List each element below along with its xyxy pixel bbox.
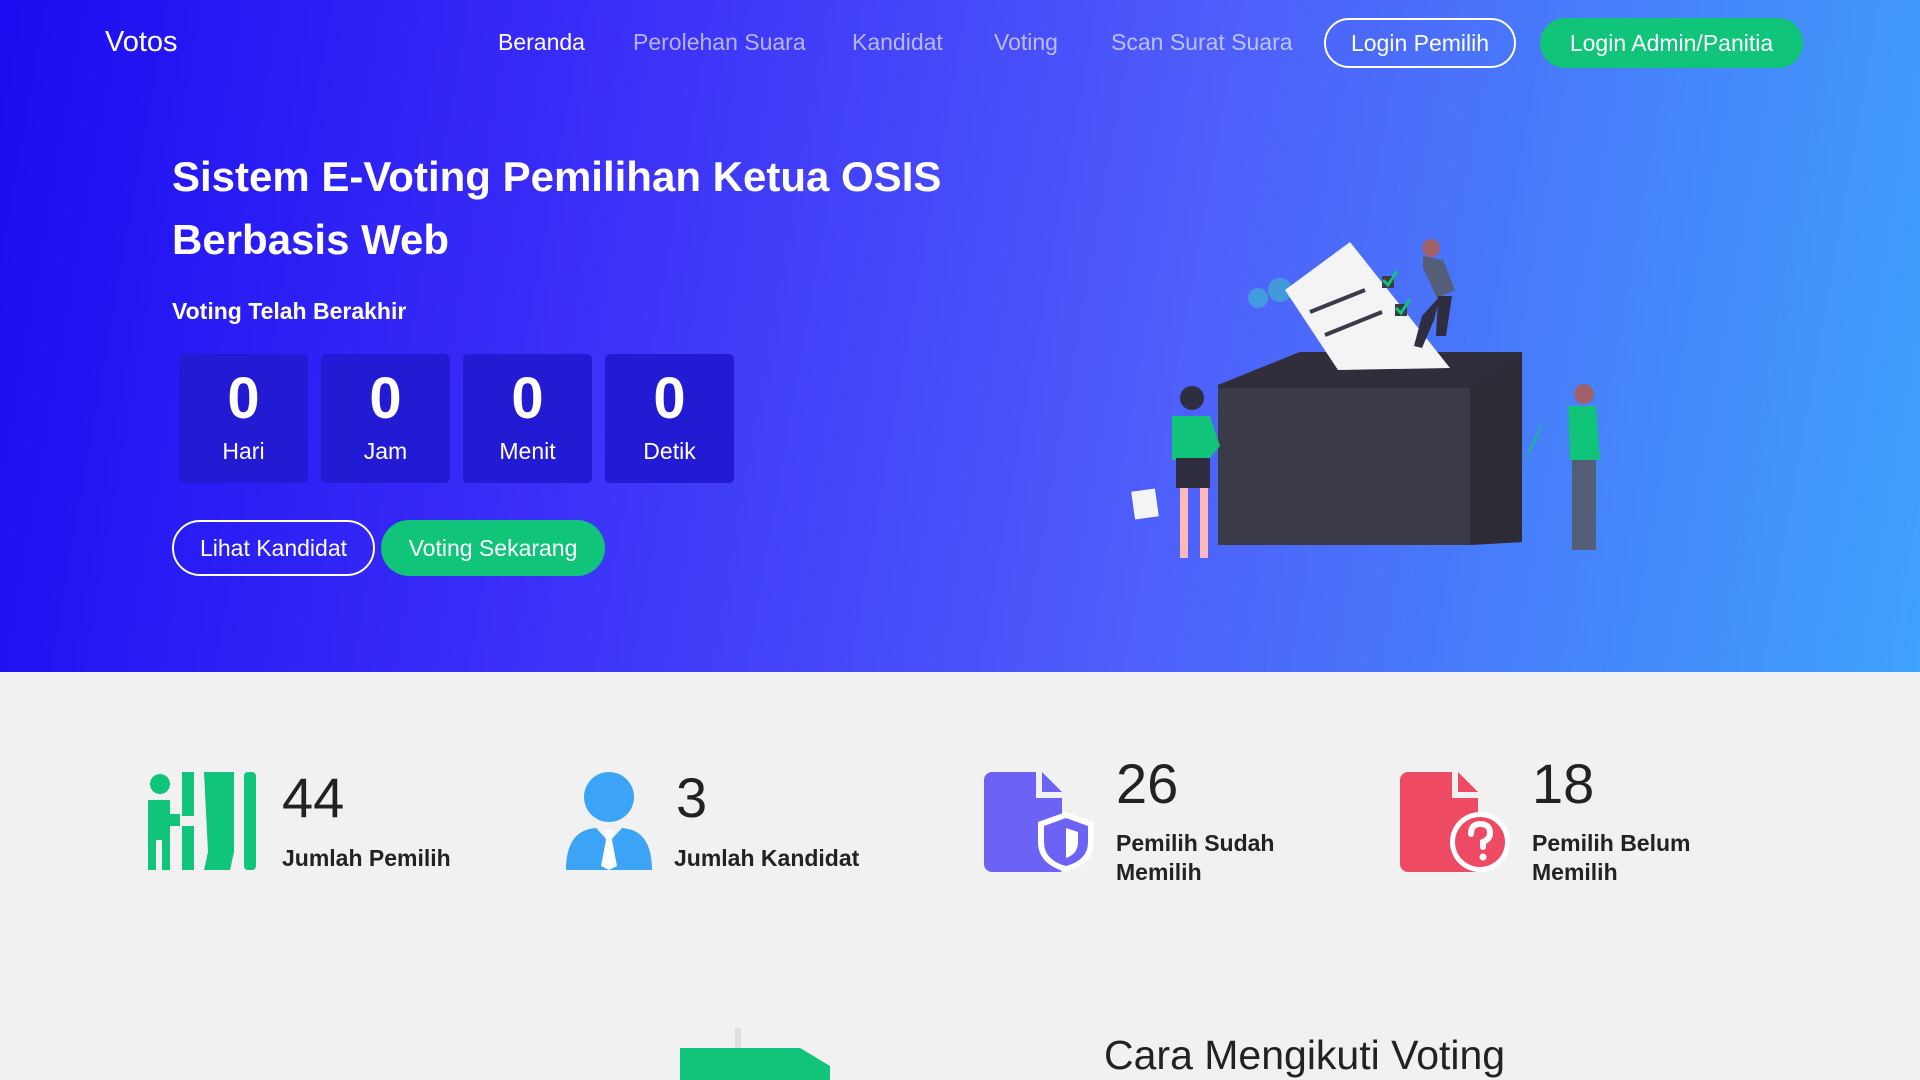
stat-label-line2: Memilih bbox=[1532, 859, 1618, 885]
countdown-hours: 0 Jam bbox=[321, 354, 450, 483]
stat-label: Jumlah Pemilih bbox=[282, 845, 451, 871]
countdown-label: Hari bbox=[222, 438, 265, 464]
nav-link-beranda[interactable]: Beranda bbox=[498, 29, 585, 56]
countdown-value: 0 bbox=[227, 366, 260, 431]
login-pemilih-button[interactable]: Login Pemilih bbox=[1324, 18, 1516, 68]
stat-value: 3 bbox=[676, 766, 708, 829]
hero-title-line1: Sistem E-Voting Pemilihan Ketua OSIS bbox=[172, 153, 942, 200]
stat-value: 44 bbox=[282, 766, 345, 829]
voting-sekarang-button[interactable]: Voting Sekarang bbox=[381, 520, 605, 576]
stat-label-line1: Pemilih Sudah bbox=[1116, 830, 1275, 856]
countdown-label: Menit bbox=[499, 438, 556, 464]
nav-link-voting[interactable]: Voting bbox=[994, 29, 1058, 56]
nav-link-scan-surat-suara[interactable]: Scan Surat Suara bbox=[1111, 29, 1293, 56]
stat-label: Pemilih Sudah Memilih bbox=[1116, 829, 1274, 887]
stat-value: 18 bbox=[1532, 752, 1595, 815]
stat-label-line1: Pemilih Belum bbox=[1532, 830, 1691, 856]
countdown-value: 0 bbox=[369, 366, 402, 431]
candidate-icon bbox=[566, 772, 652, 870]
countdown-days: 0 Hari bbox=[179, 354, 308, 483]
navbar: Votos Beranda Perolehan Suara Kandidat V… bbox=[0, 0, 1920, 88]
stat-label-line2: Memilih bbox=[1116, 859, 1202, 885]
voting-illustration bbox=[1131, 239, 1600, 558]
countdown-value: 0 bbox=[653, 366, 686, 431]
countdown-label: Jam bbox=[363, 438, 408, 464]
stat-label: Jumlah Kandidat bbox=[674, 845, 860, 871]
hero-section: Votos Beranda Perolehan Suara Kandidat V… bbox=[0, 0, 1920, 672]
voters-icon bbox=[148, 772, 256, 870]
nav-link-perolehan-suara[interactable]: Perolehan Suara bbox=[633, 29, 806, 56]
nav-link-kandidat[interactable]: Kandidat bbox=[852, 29, 943, 56]
signpost-illustration bbox=[680, 1028, 830, 1080]
stat-label: Pemilih Belum Memilih bbox=[1532, 829, 1690, 887]
voting-status: Voting Telah Berakhir bbox=[172, 298, 407, 324]
stat-value: 26 bbox=[1116, 752, 1179, 815]
login-admin-button[interactable]: Login Admin/Panitia bbox=[1540, 18, 1803, 68]
countdown-value: 0 bbox=[511, 366, 544, 431]
lihat-kandidat-button[interactable]: Lihat Kandidat bbox=[172, 520, 375, 576]
countdown-label: Detik bbox=[643, 438, 696, 464]
countdown-seconds: 0 Detik bbox=[605, 354, 734, 483]
countdown-minutes: 0 Menit bbox=[463, 354, 592, 483]
document-shield-icon bbox=[984, 772, 1094, 872]
hero-title: Sistem E-Voting Pemilihan Ketua OSIS Ber… bbox=[172, 145, 972, 271]
document-question-icon bbox=[1400, 772, 1510, 872]
brand-logo[interactable]: Votos bbox=[105, 26, 178, 59]
hero-title-line2: Berbasis Web bbox=[172, 216, 449, 263]
how-to-vote-title: Cara Mengikuti Voting bbox=[1104, 1032, 1506, 1078]
